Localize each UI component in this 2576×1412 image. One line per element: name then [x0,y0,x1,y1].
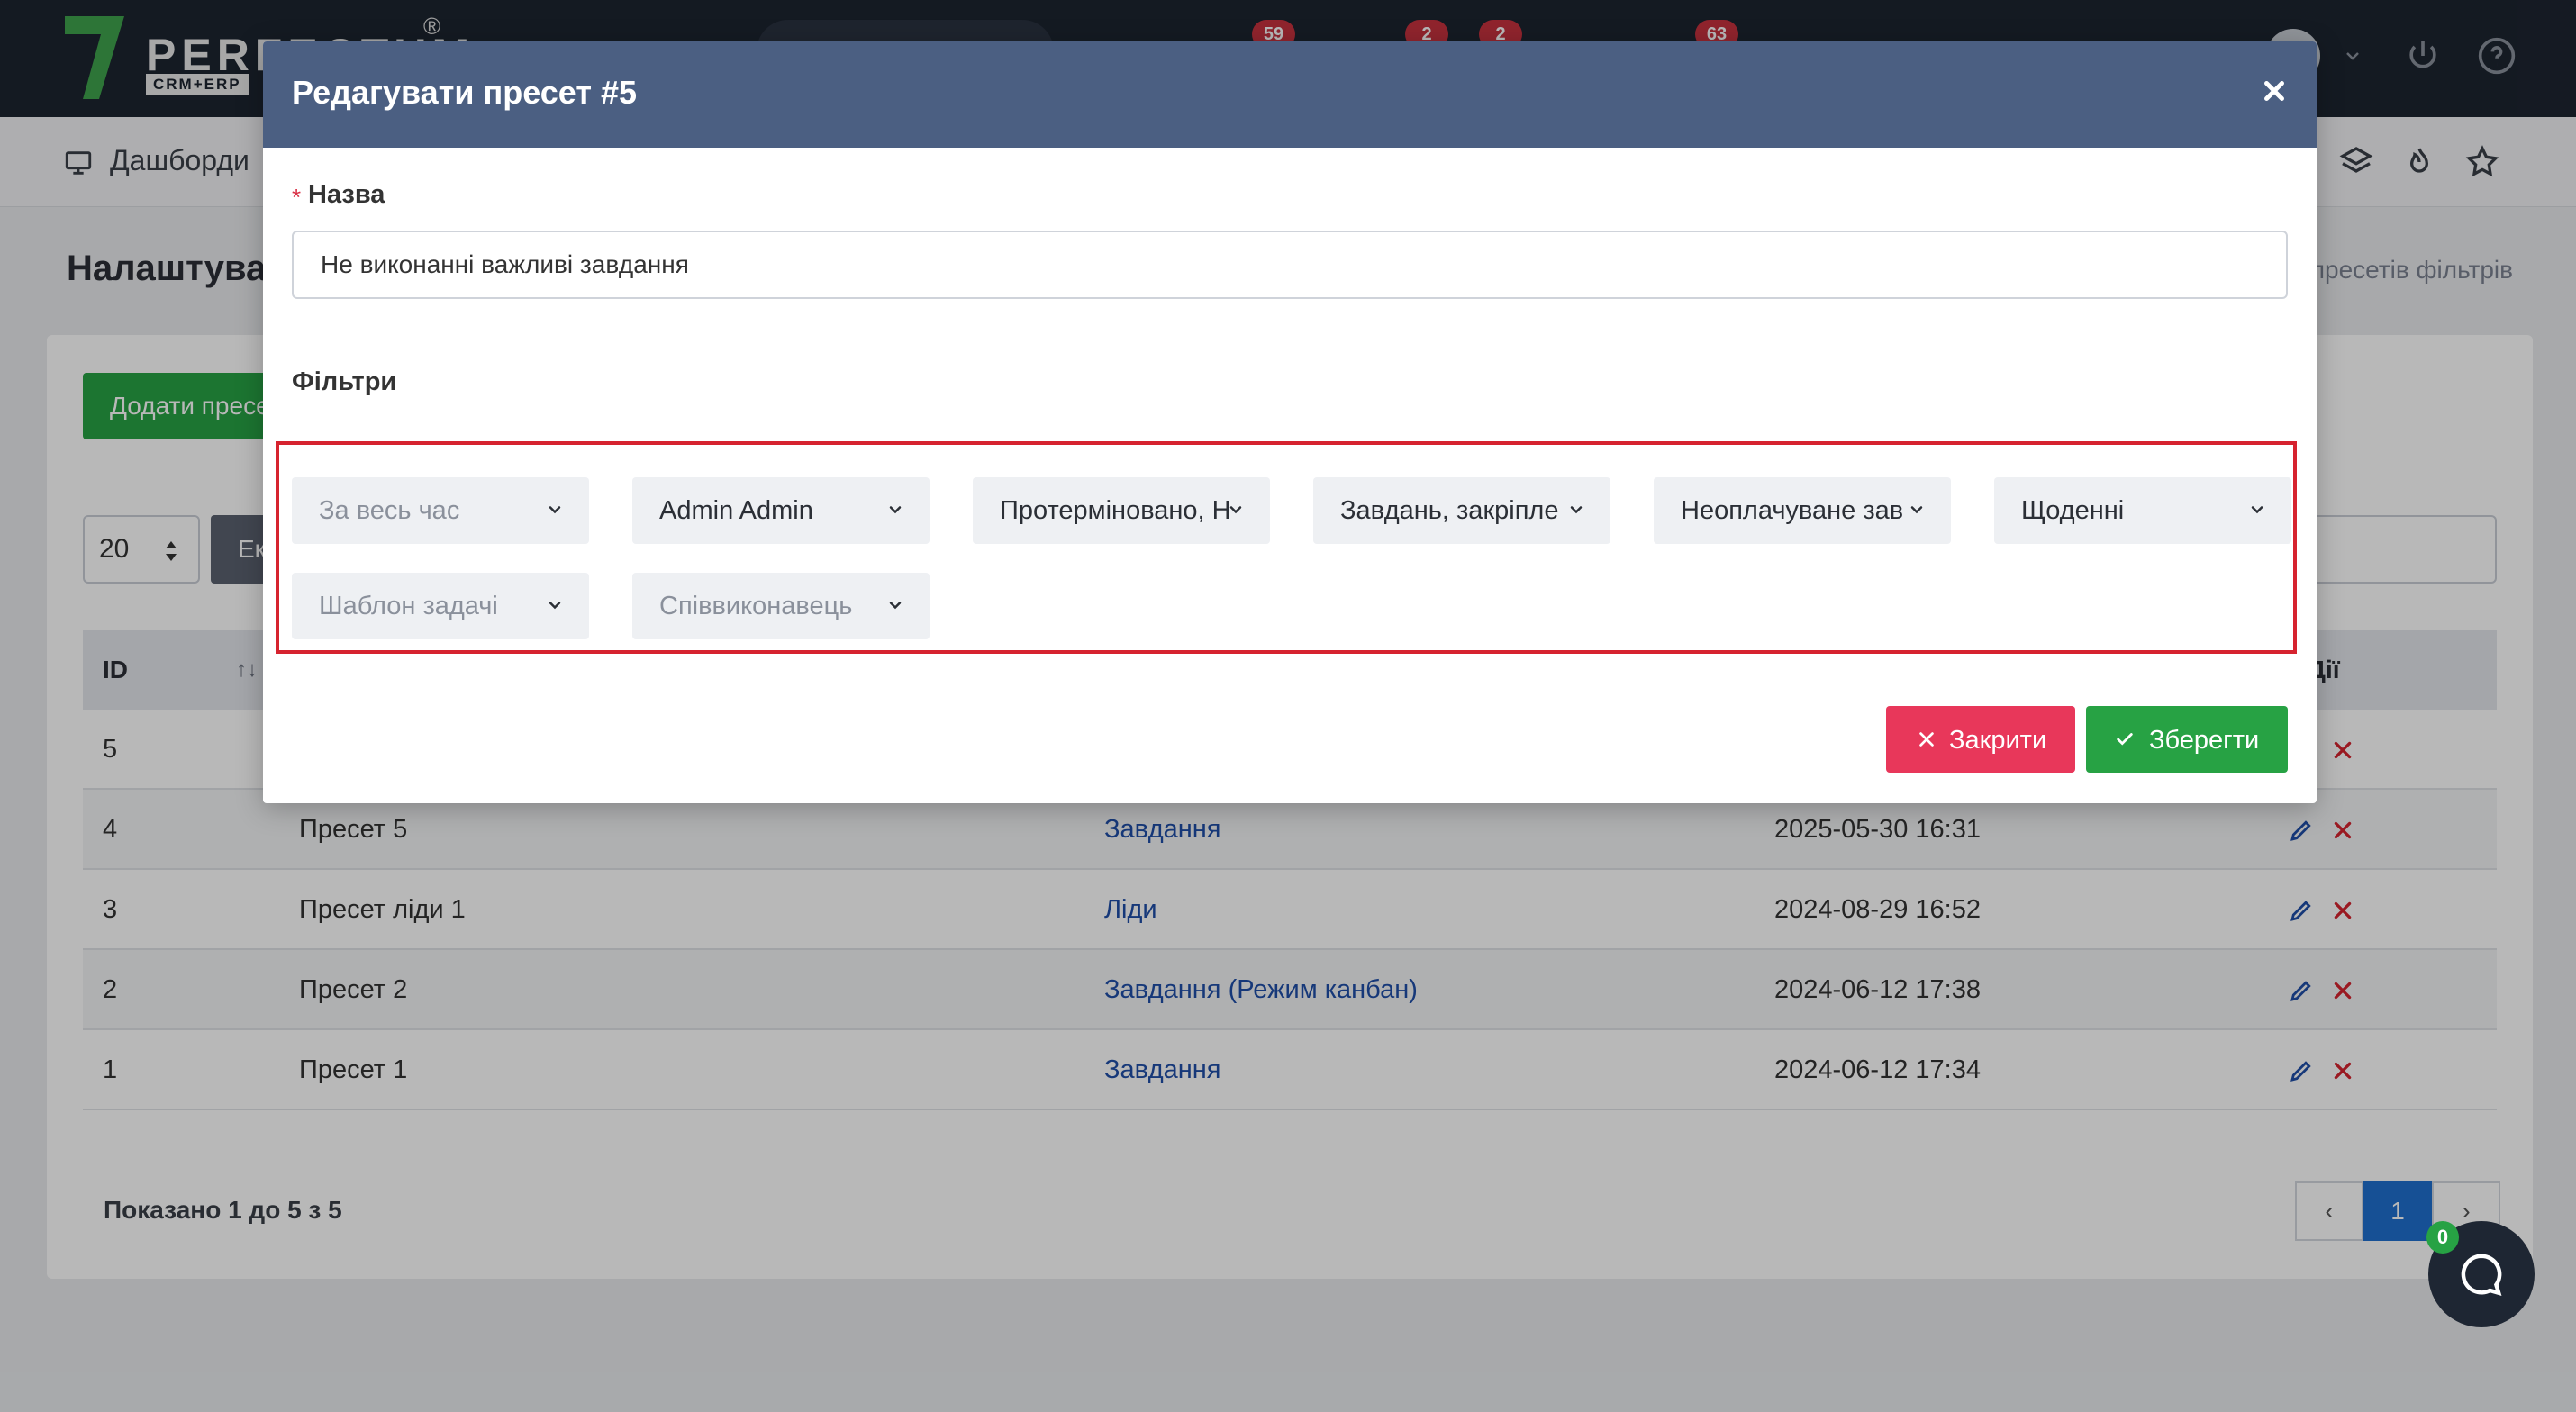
filter-select-value: Шаблон задачі [319,592,498,620]
edit-preset-modal: Редагувати пресет #5 * Назва Фільтри За … [263,41,2317,803]
filter-select-3[interactable]: Протерміновано, Н [973,477,1270,544]
filter-select-2[interactable]: Admin Admin [632,477,930,544]
filter-select-value: Admin Admin [659,496,813,525]
chevron-down-icon [549,506,561,514]
chevron-down-icon [1910,506,1923,514]
modal-close-label: Закрити [1949,726,2047,755]
chevron-down-icon [889,602,902,610]
filter-select-6[interactable]: Щоденні [1994,477,2291,544]
modal-close-button[interactable]: Закрити [1886,706,2075,773]
filter-select-value: Щоденні [2021,496,2125,525]
filter-select-value: Неоплачуване зав [1681,496,1904,525]
chat-bubble-icon [2461,1254,2502,1296]
filters-label: Фільтри [292,367,397,396]
filter-select-value: Співвиконавець [659,592,853,620]
name-label: Назва [308,180,385,209]
filter-select-4[interactable]: Завдань, закріпле [1313,477,1610,544]
modal-header: Редагувати пресет #5 [263,41,2317,148]
chevron-down-icon [1570,506,1583,514]
chevron-down-icon [549,602,561,610]
required-mark: * [292,184,302,211]
filter-select-5[interactable]: Неоплачуване зав [1654,477,1951,544]
x-icon [1919,732,1934,747]
preset-name-input[interactable] [292,231,2288,299]
modal-title: Редагувати пресет #5 [292,74,637,111]
chevron-down-icon [1229,506,1242,514]
save-label: Зберегти [2149,726,2260,755]
filter-select-value: За весь час [319,496,460,525]
save-button[interactable]: Зберегти [2086,706,2288,773]
filter-select-8[interactable]: Співвиконавець [632,573,930,639]
filter-select-value: Протерміновано, Н [1000,496,1231,525]
filter-select-value: Завдань, закріпле [1340,496,1559,525]
check-icon [2117,733,2133,746]
chevron-down-icon [2251,506,2263,514]
chevron-down-icon [889,506,902,514]
close-icon[interactable] [2259,76,2290,106]
chat-unread-badge: 0 [2426,1221,2459,1254]
filter-select-7[interactable]: Шаблон задачі [292,573,589,639]
filter-select-1[interactable]: За весь час [292,477,589,544]
